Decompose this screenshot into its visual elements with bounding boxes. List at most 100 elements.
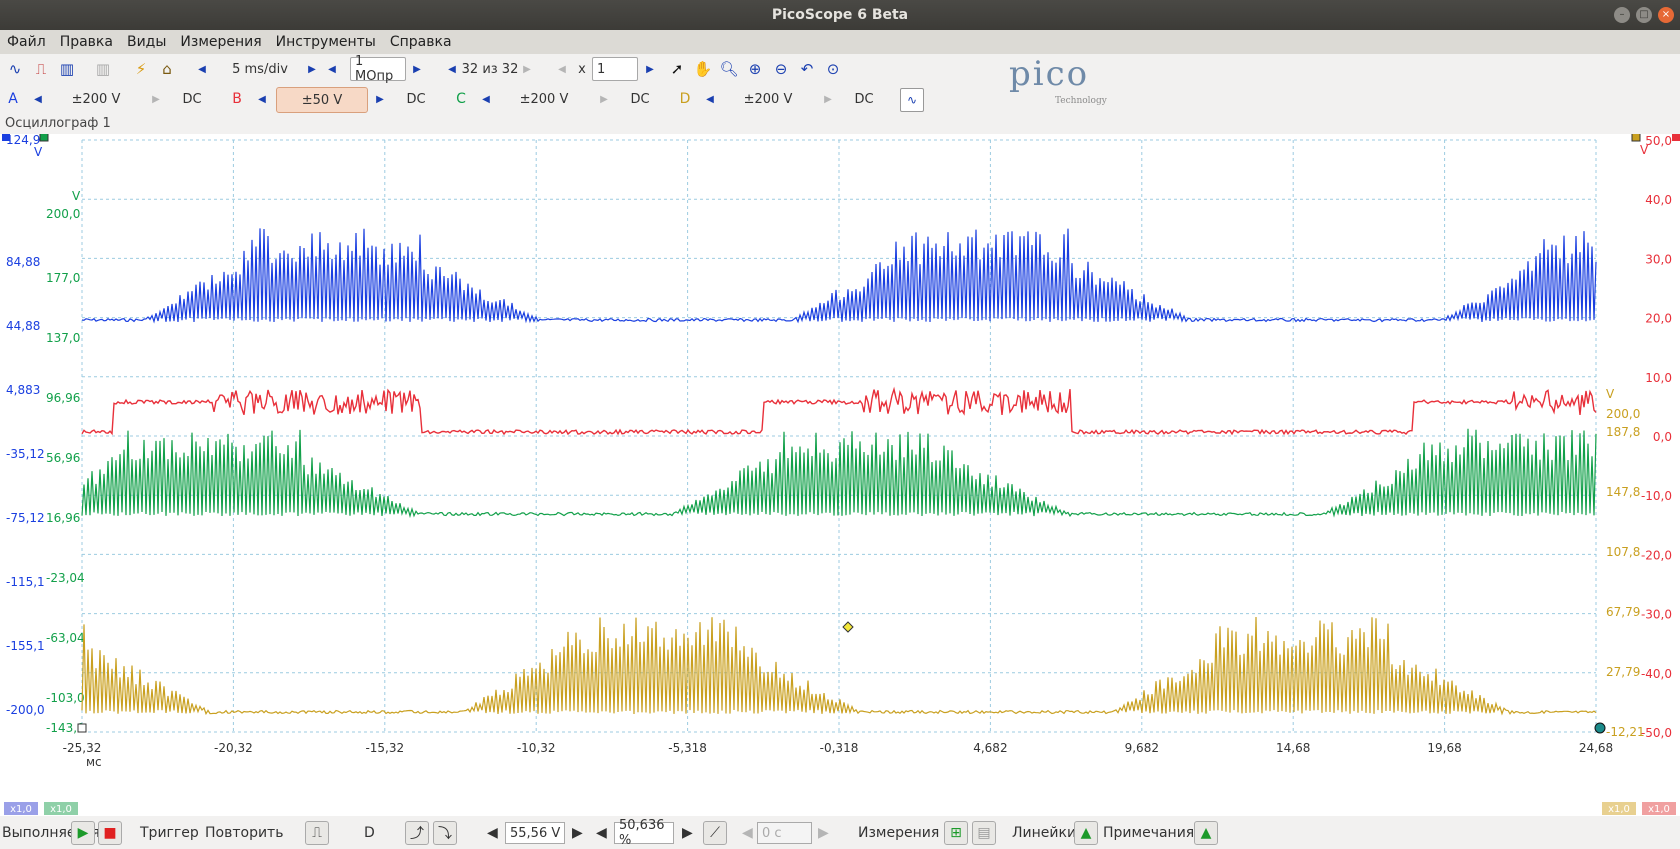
persistence-mode-icon[interactable]: ⎍ (30, 58, 52, 80)
x-tick-label: 4,682 (973, 741, 1007, 755)
notes-label: Примечания (1103, 825, 1195, 841)
zoom-100-icon[interactable]: ⊙ (822, 58, 844, 80)
zoom-next-arrow[interactable]: ▶ (644, 57, 656, 81)
menu-file[interactable]: Файл (0, 30, 53, 54)
pretrigger-input[interactable]: 50,636 % (614, 818, 674, 848)
x-tick-label: -5,318 (668, 741, 707, 755)
autosetup-icon[interactable]: ⚡ (130, 58, 152, 80)
blue-axis-tick: 4,883 (6, 383, 40, 397)
menu-help[interactable]: Справка (383, 30, 459, 54)
channel-b-coupling[interactable]: DC (398, 87, 434, 111)
oscilloscope-plot[interactable]: -25,32 -20,32 -15,32 -10,32 -5,318 -0,318 4,68… (0, 132, 1680, 816)
green-axis-tick: -103,0 (46, 691, 85, 705)
zoom-in-icon[interactable]: ⊕ (744, 58, 766, 80)
timebase-prev-arrow[interactable]: ◀ (196, 57, 208, 81)
channel-a-label: A (8, 91, 18, 107)
spectrum-mode-icon[interactable]: ▥ (56, 58, 78, 80)
scale-badge-label: x1,0 (50, 804, 72, 815)
channel-a-range-next[interactable]: ▶ (150, 87, 162, 111)
channel-a-axis-marker (2, 133, 10, 141)
zoom-prev-arrow[interactable]: ◀ (556, 57, 568, 81)
trigger-delay-input[interactable]: 0 с (757, 822, 812, 844)
menu-views[interactable]: Виды (120, 30, 173, 54)
channel-c-range[interactable]: ±200 V (498, 87, 590, 111)
falling-edge-icon[interactable]: ⤵ (433, 821, 457, 845)
ruler-handle-icon (1594, 722, 1606, 734)
delay-next[interactable]: ▶ (818, 822, 829, 844)
delay-prev[interactable]: ◀ (742, 822, 753, 844)
channel-b-range-prev[interactable]: ◀ (256, 87, 268, 111)
trigger-level-prev[interactable]: ◀ (487, 822, 498, 844)
gold-axis-tick: 200,0 (1606, 407, 1640, 421)
channel-d-coupling[interactable]: DC (846, 87, 882, 111)
rulers-label: Линейки (1012, 825, 1077, 841)
channel-c-coupling[interactable]: DC (622, 87, 658, 111)
oscilloscope-view[interactable]: -25,32 -20,32 -15,32 -10,32 -5,318 -0,318 4,68… (0, 132, 1680, 816)
advanced-trigger-icon[interactable]: ⟋ (703, 821, 727, 845)
green-axis-tick: 137,0 (46, 331, 80, 345)
trigger-source-select[interactable]: D (364, 822, 375, 844)
hand-tool-icon[interactable]: ✋ (692, 58, 714, 80)
measurements-label: Измерения (858, 825, 940, 841)
window-title: PicoScope 6 Beta (771, 7, 909, 23)
timebase-select[interactable]: 5 ms/div (215, 57, 305, 81)
pretrigger-prev[interactable]: ◀ (596, 822, 607, 844)
channel-a-range[interactable]: ±200 V (50, 87, 142, 111)
view-tab-scope-1[interactable]: Осциллограф 1 (5, 116, 111, 131)
red-axis-tick: 30,0 (1645, 252, 1672, 266)
x-axis-unit: мс (86, 755, 102, 769)
pico-logo: pico Technology (1009, 54, 1107, 106)
stop-button[interactable]: ■ (98, 821, 122, 845)
samples-prev-arrow[interactable]: ◀ (326, 57, 338, 81)
channel-c-range-prev[interactable]: ◀ (480, 87, 492, 111)
red-axis-tick: 20,0 (1645, 312, 1672, 326)
trigger-label: Триггер (140, 825, 199, 841)
menu-edit[interactable]: Правка (53, 30, 120, 54)
channel-b-range-next[interactable]: ▶ (374, 87, 386, 111)
pretrigger-next[interactable]: ▶ (682, 822, 693, 844)
samples-select[interactable]: 1 МОпр (350, 54, 406, 84)
channel-c-range-next[interactable]: ▶ (598, 87, 610, 111)
channel-d-range-next[interactable]: ▶ (822, 87, 834, 111)
x-tick-label: 9,682 (1125, 741, 1159, 755)
trigger-level-input[interactable]: 55,56 V (505, 822, 565, 844)
math-channels-icon[interactable]: ∿ (900, 88, 924, 112)
maximize-window-button[interactable]: □ (1636, 7, 1652, 23)
edit-measurement-button[interactable]: ▤ (972, 821, 996, 845)
add-measurement-button[interactable]: ⊞ (944, 821, 968, 845)
x-tick-label: 14,68 (1276, 741, 1310, 755)
trigger-level-next[interactable]: ▶ (572, 822, 583, 844)
red-axis-tick: -10,0 (1641, 489, 1672, 503)
start-button[interactable]: ▶ (71, 821, 95, 845)
channel-a-range-prev[interactable]: ◀ (32, 87, 44, 111)
channel-b-range[interactable]: ±50 V (276, 87, 368, 113)
scale-badge-label: x1,0 (10, 804, 32, 815)
timebase-next-arrow[interactable]: ▶ (306, 57, 318, 81)
undo-zoom-icon[interactable]: ↶ (796, 58, 818, 80)
rising-edge-icon[interactable]: ⤴ (405, 821, 429, 845)
blue-axis-tick: -115,1 (6, 575, 45, 589)
zoom-input[interactable]: 1 (592, 57, 638, 81)
samples-next-arrow[interactable]: ▶ (411, 57, 423, 81)
trigger-edge-icon[interactable]: ⎍ (305, 821, 329, 845)
home-icon[interactable]: ⌂ (156, 58, 178, 80)
scope-mode-icon[interactable]: ∿ (4, 58, 26, 80)
buffer-next-arrow[interactable]: ▶ (521, 57, 533, 81)
rulers-button[interactable]: ▲ (1074, 821, 1098, 845)
menu-tools[interactable]: Инструменты (269, 30, 383, 54)
red-axis-tick: 40,0 (1645, 193, 1672, 207)
pointer-tool-icon[interactable]: ➚ (666, 58, 688, 80)
buffer-prev-arrow[interactable]: ◀ (446, 57, 458, 81)
channel-d-range-prev[interactable]: ◀ (704, 87, 716, 111)
zoom-area-icon[interactable]: 🔍︎ (718, 58, 740, 80)
minimize-window-button[interactable]: – (1614, 7, 1630, 23)
channel-c-label: C (456, 91, 466, 107)
channel-d-range[interactable]: ±200 V (722, 87, 814, 111)
red-axis-tick: 0,0 (1653, 430, 1672, 444)
channel-a-coupling[interactable]: DC (174, 87, 210, 111)
close-window-button[interactable]: × (1658, 7, 1674, 23)
trigger-mode-select[interactable]: Повторить (205, 822, 283, 844)
notes-button[interactable]: ▲ (1194, 821, 1218, 845)
zoom-out-icon[interactable]: ⊖ (770, 58, 792, 80)
menu-measurements[interactable]: Измерения (173, 30, 268, 54)
